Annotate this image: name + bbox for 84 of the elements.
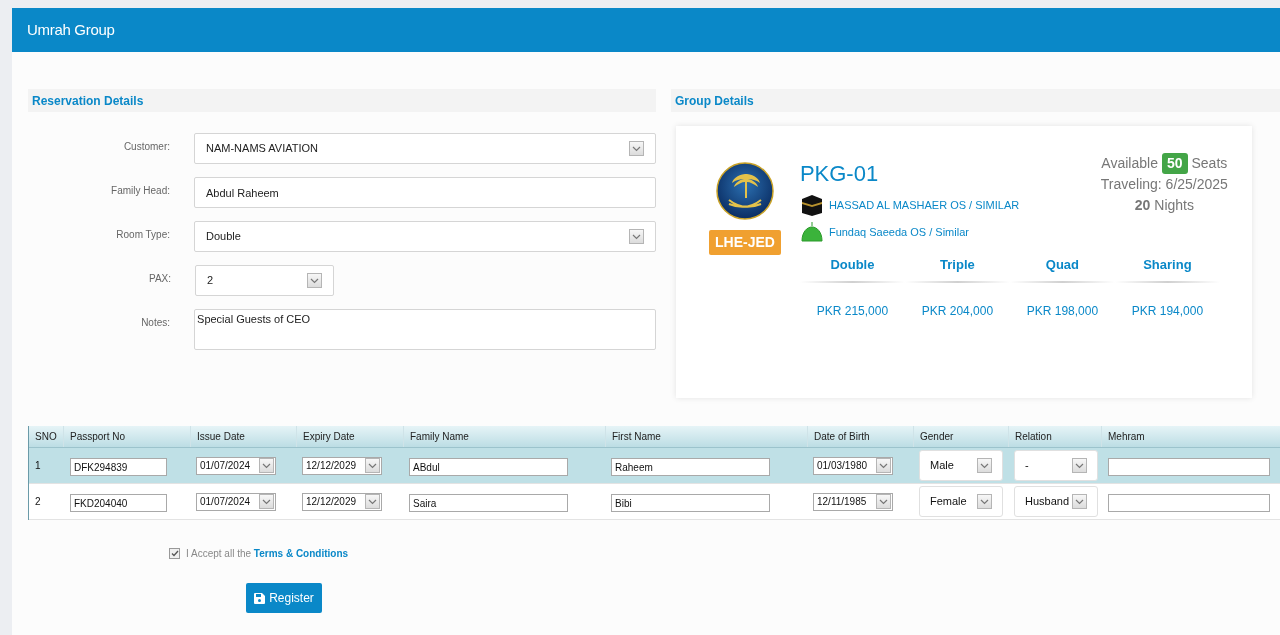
- field-label: Customer:: [122, 140, 170, 154]
- column-header: SNO: [29, 426, 64, 447]
- row-number: 1: [34, 459, 42, 473]
- seats-badge: 50: [1161, 153, 1188, 174]
- nights-label: Nights: [1154, 196, 1194, 215]
- caret-icon: [629, 141, 644, 156]
- field-label: Notes:: [140, 316, 171, 330]
- field-label: Family Head:: [110, 184, 170, 198]
- input-field[interactable]: Abdul Raheem: [194, 177, 656, 208]
- page-title: Umrah Group: [27, 19, 115, 40]
- mehram-field[interactable]: [1108, 458, 1270, 476]
- date-field[interactable]: 12/12/2029: [302, 456, 382, 475]
- caret-icon: [259, 494, 274, 509]
- family-name-field[interactable]: ABdul: [409, 458, 568, 476]
- room-price: PKR 215,000: [816, 303, 889, 320]
- room-type-heading: Quad: [1045, 256, 1079, 274]
- date-field[interactable]: 12/12/2029: [302, 492, 382, 511]
- room-type-heading: Sharing: [1143, 256, 1192, 274]
- terms-text: I Accept all the Terms & Conditions: [186, 547, 349, 561]
- select-field[interactable]: Double: [194, 221, 656, 252]
- dome-icon: [799, 221, 824, 243]
- section-title: Group Details: [675, 92, 754, 110]
- caret-icon: [259, 458, 274, 473]
- package-code: PKG-01: [799, 161, 880, 187]
- column-header: Family Name: [404, 426, 606, 447]
- select-field[interactable]: Male: [919, 450, 1003, 481]
- route-badge: LHE-JED: [709, 230, 781, 255]
- caret-icon: [876, 494, 891, 509]
- kaaba-icon: [799, 193, 824, 217]
- emblem-icon: [715, 162, 774, 220]
- terms-checkbox[interactable]: [169, 548, 180, 559]
- select-field[interactable]: NAM-NAMS AVIATION: [194, 133, 656, 164]
- passport-field[interactable]: DFK294839: [70, 458, 167, 476]
- family-name-field[interactable]: Saira: [409, 494, 568, 512]
- date-field[interactable]: 01/07/2024: [196, 492, 276, 511]
- column-header: Passport No: [64, 426, 191, 447]
- passport-field[interactable]: FKD204040: [70, 494, 167, 512]
- select-field[interactable]: 2: [195, 265, 334, 296]
- column-header: Issue Date: [191, 426, 297, 447]
- available-label: Available: [1101, 154, 1158, 173]
- caret-icon: [876, 458, 891, 473]
- travel-date: Traveling: 6/25/2025: [1100, 175, 1228, 194]
- nights-count: 20: [1134, 196, 1151, 215]
- caret-icon: [365, 458, 380, 473]
- section-title: Reservation Details: [32, 92, 144, 110]
- field-label: Room Type:: [115, 228, 170, 242]
- select-field[interactable]: Female: [919, 486, 1003, 517]
- room-type-heading: Double: [830, 256, 875, 274]
- date-field[interactable]: 01/03/1980: [813, 456, 893, 475]
- room-price: PKR 204,000: [921, 303, 994, 320]
- caret-icon: [1072, 494, 1087, 509]
- table-row[interactable]: 2 FKD204040 01/07/2024 12/12/2029 Saira Bibi 12/11/1985 Female Husband: [29, 484, 1280, 520]
- column-header: First Name: [606, 426, 808, 447]
- table-row[interactable]: 1 DFK294839 01/07/2024 12/12/2029 ABdul Raheem 01/03/1980 Male -: [29, 448, 1280, 484]
- hotel-link[interactable]: Fundaq Saeeda OS / Similar: [828, 223, 969, 241]
- field-label: PAX:: [147, 272, 171, 286]
- save-icon: [254, 592, 266, 604]
- date-field[interactable]: 01/07/2024: [196, 456, 276, 475]
- select-field[interactable]: Husband: [1014, 486, 1098, 517]
- column-header: Mehram: [1102, 426, 1280, 447]
- first-name-field[interactable]: Raheem: [611, 458, 770, 476]
- column-header: Relation: [1009, 426, 1102, 447]
- column-header: Expiry Date: [297, 426, 404, 447]
- caret-icon: [977, 458, 992, 473]
- room-type-heading: Triple: [940, 256, 975, 274]
- room-price: PKR 194,000: [1131, 303, 1204, 320]
- column-header: Gender: [914, 426, 1009, 447]
- column-header: Date of Birth: [808, 426, 914, 447]
- seats-label: Seats: [1191, 154, 1228, 173]
- select-field[interactable]: -: [1014, 450, 1098, 481]
- first-name-field[interactable]: Bibi: [611, 494, 770, 512]
- date-field[interactable]: 12/11/1985: [813, 492, 893, 511]
- notes-field[interactable]: Special Guests of CEO: [194, 309, 656, 350]
- hotel-link[interactable]: HASSAD AL MASHAER OS / SIMILAR: [828, 196, 1020, 214]
- caret-icon: [365, 494, 380, 509]
- caret-icon: [307, 273, 322, 288]
- row-number: 2: [34, 495, 42, 509]
- terms-link[interactable]: Terms & Conditions: [253, 548, 349, 559]
- register-button[interactable]: Register: [246, 583, 322, 613]
- room-price: PKR 198,000: [1026, 303, 1099, 320]
- caret-icon: [977, 494, 992, 509]
- mehram-field[interactable]: [1108, 494, 1270, 512]
- caret-icon: [1072, 458, 1087, 473]
- caret-icon: [629, 229, 644, 244]
